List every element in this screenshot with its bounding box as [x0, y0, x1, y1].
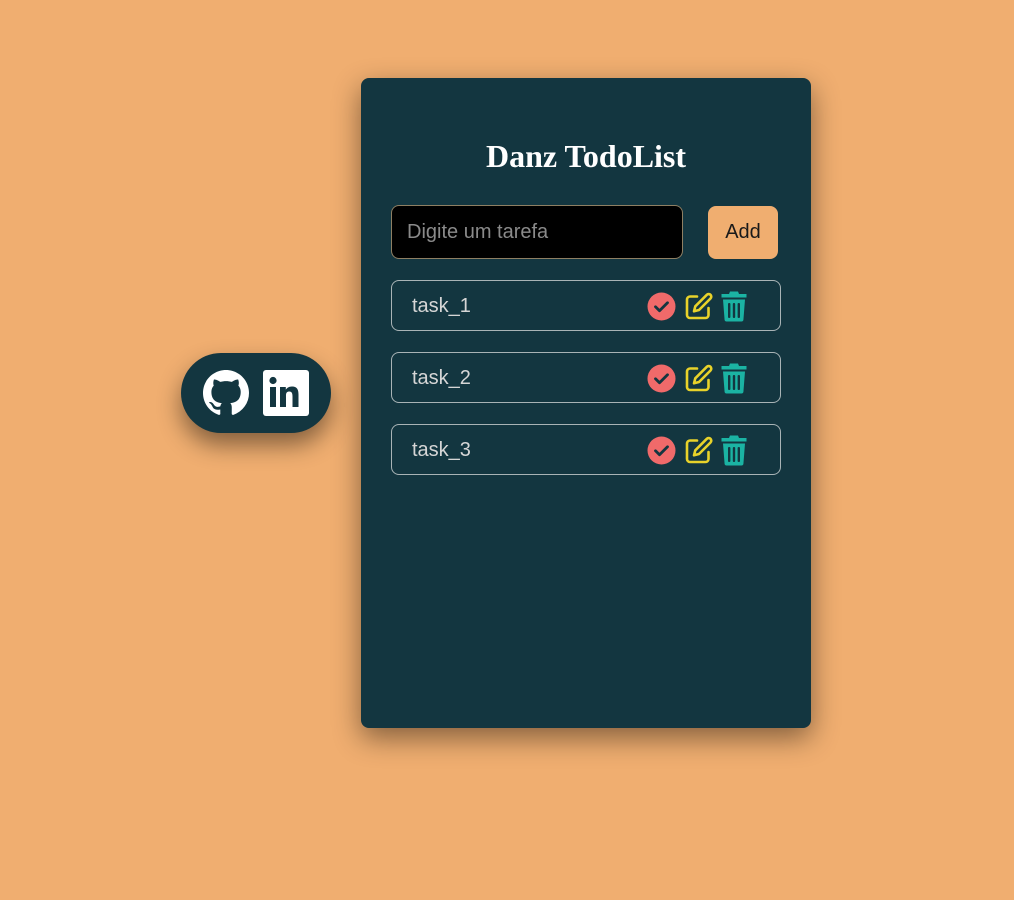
linkedin-link[interactable]: [263, 370, 309, 416]
edit-icon: [685, 364, 713, 392]
trash-icon: [721, 363, 747, 394]
delete-button[interactable]: [721, 435, 747, 466]
todo-card: Danz TodoList Add task_1: [361, 78, 811, 728]
complete-button[interactable]: [647, 292, 676, 321]
edit-button[interactable]: [684, 436, 713, 465]
task-actions: [647, 363, 747, 394]
edit-icon: [685, 292, 713, 320]
task-item: task_3: [391, 424, 781, 475]
task-item: task_2: [391, 352, 781, 403]
page-title: Danz TodoList: [485, 138, 687, 174]
complete-button[interactable]: [647, 436, 676, 465]
complete-button[interactable]: [647, 364, 676, 393]
add-button[interactable]: Add: [708, 206, 778, 259]
social-links: [181, 353, 331, 433]
delete-button[interactable]: [721, 291, 747, 322]
github-icon: [203, 370, 249, 415]
github-link[interactable]: [203, 370, 249, 416]
task-list: task_1 task_2 task_3: [391, 280, 781, 496]
edit-button[interactable]: [684, 292, 713, 321]
task-label: task_2: [412, 367, 471, 389]
task-actions: [647, 435, 747, 466]
trash-icon: [721, 435, 747, 466]
task-item: task_1: [391, 280, 781, 331]
check-circle-icon: [647, 436, 676, 465]
task-label: task_3: [412, 439, 471, 461]
task-input[interactable]: [391, 205, 683, 259]
check-circle-icon: [647, 364, 676, 393]
check-circle-icon: [647, 292, 676, 321]
edit-icon: [685, 436, 713, 464]
edit-button[interactable]: [684, 364, 713, 393]
delete-button[interactable]: [721, 363, 747, 394]
linkedin-icon: [263, 370, 309, 416]
trash-icon: [721, 291, 747, 322]
task-label: task_1: [412, 295, 471, 317]
task-actions: [647, 291, 747, 322]
